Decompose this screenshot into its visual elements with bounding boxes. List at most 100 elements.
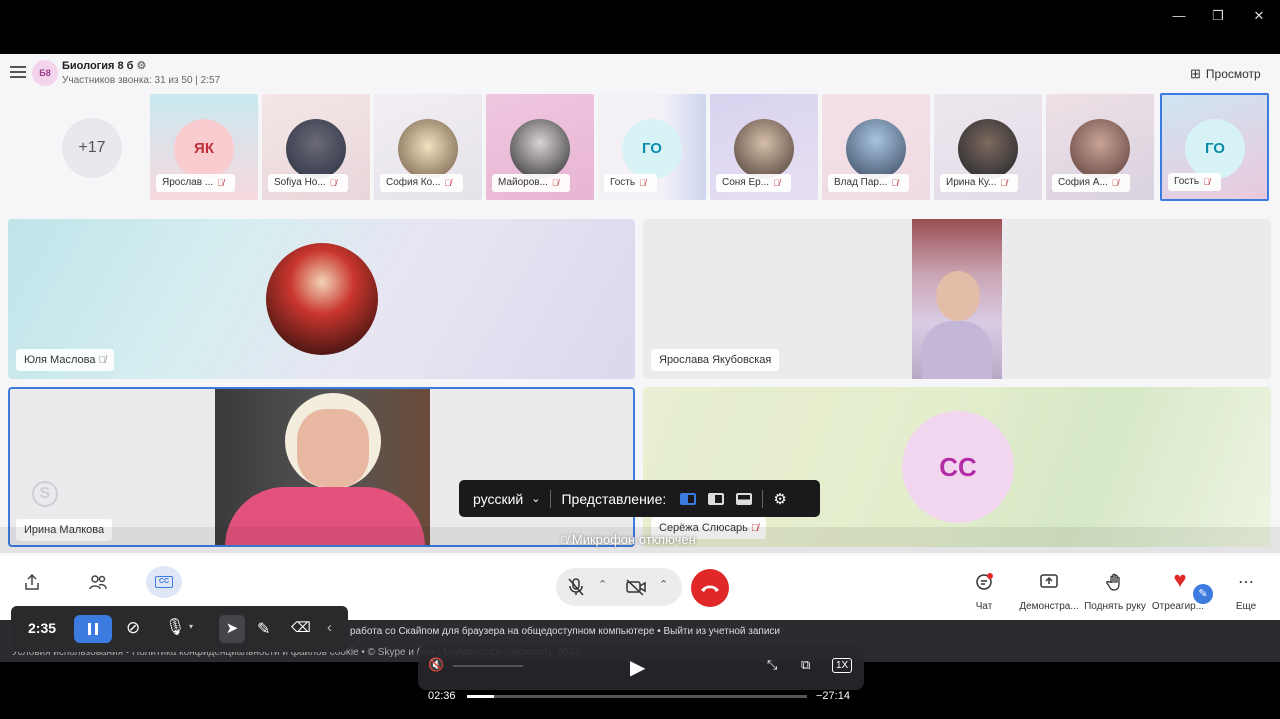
participant-name: Влад Пар... 🎙̸ [828,174,910,192]
raise-hand-icon[interactable] [1097,568,1133,596]
participant-name: Ярослава Якубовская [651,349,780,371]
playback-speed-button[interactable]: 1X [832,658,853,673]
participant-tile[interactable]: Юля Маслова 🎙̸ [8,219,635,379]
close-icon[interactable]: ✕ [1248,8,1270,24]
participants-icon[interactable] [80,568,116,596]
participant-name: Гость 🎙̸ [604,174,658,192]
participant-name: Юля Маслова 🎙̸ [16,349,115,371]
view-overlay-icon[interactable] [680,492,697,505]
participant-thumb[interactable]: ЯК Ярослав ... 🎙̸ [150,94,258,200]
settings-gear-icon[interactable]: ⚙ [773,490,786,508]
more-options-icon[interactable]: ⋯ [1228,568,1264,596]
collapse-chevron-icon[interactable]: ‹ [327,619,332,636]
microphone-icon[interactable]: 🎙 [165,617,185,637]
screen-share-icon[interactable] [1031,568,1067,596]
restore-icon[interactable]: ❐ [1207,8,1229,24]
participant-tile[interactable]: СС Серёжа Слюсарь 🎙̸ [643,387,1271,547]
chevron-up-icon[interactable]: ⌃ [659,578,668,591]
overflow-participants-button[interactable]: +17 [62,118,122,178]
language-select[interactable]: русский [473,491,523,507]
avatar [510,119,570,179]
participant-thumb[interactable]: ГО Гость 🎙̸ [1160,93,1269,201]
participant-name: Ярослав ... 🎙̸ [156,174,236,192]
avatar [958,119,1018,179]
avatar: ЯК [174,119,234,179]
captions-toolbar: русский ⌄ Представление: ⚙ [459,480,820,517]
minimize-icon[interactable]: — [1168,8,1190,24]
exit-fullscreen-icon[interactable]: ⤡ [767,657,777,673]
more-label: Еще [1235,601,1257,612]
mic-off-icon: 🎙̸ [329,178,337,188]
participant-thumb[interactable]: Влад Пар... 🎙̸ [822,94,930,200]
broom-icon[interactable]: ⌫ [291,619,311,636]
play-icon[interactable]: ▶ [630,655,645,680]
participant-thumb[interactable]: София Ко... 🎙̸ [374,94,482,200]
pause-button[interactable] [74,615,112,643]
mic-off-icon: 🎙̸ [551,178,559,188]
chat-label: Чат [975,601,993,612]
chevron-up-icon[interactable]: ⌃ [598,578,607,591]
avatar [846,119,906,179]
participant-name: София Ко... 🎙̸ [380,174,463,192]
avatar: ГО [1185,119,1245,179]
pointer-icon[interactable]: ➤ [219,615,245,643]
window-titlebar [0,0,1280,54]
remaining-time: −27:14 [816,690,850,702]
hamburger-menu-icon[interactable] [10,66,26,78]
participant-thumb[interactable]: София А... 🎙̸ [1046,94,1154,200]
mic-off-icon: 🎙̸ [773,178,780,188]
mute-icon[interactable]: 🔇 [428,657,444,673]
preview-button[interactable]: ⊞ Просмотр [1190,66,1261,82]
phone-hangup-icon [701,585,719,592]
seek-bar[interactable] [467,695,807,698]
camera-off-icon[interactable] [618,573,654,601]
view-label: Представление: [561,490,667,507]
hangup-button[interactable] [691,569,729,607]
mic-off-icon: 🎙̸ [217,178,224,188]
mic-off-icon: 🎙̸ [1111,178,1119,188]
group-avatar: Б8 [32,60,58,86]
captions-button[interactable]: CC [146,566,182,598]
gear-icon: ⚙ [136,60,147,72]
avatar: СС [902,411,1014,523]
react-label: Отреагир... [1151,601,1205,612]
chevron-down-icon[interactable]: ⌄ [531,492,540,505]
group-title[interactable]: Биология 8 б ⚙ [62,59,146,72]
skype-logo-icon: S [32,481,58,507]
share-out-icon[interactable] [14,568,50,596]
participant-name: Гость 🎙̸ [1168,173,1222,191]
avatar [398,119,458,179]
participant-name: Соня Ер... 🎙̸ [716,174,792,192]
participant-thumb[interactable]: Ирина Ку... 🎙̸ [934,94,1042,200]
participant-thumb[interactable]: Соня Ер... 🎙̸ [710,94,818,200]
footer-links[interactable]: работа со Скайпом для браузера на общедо… [350,626,780,637]
mic-off-icon: 🎙̸ [1203,177,1210,187]
picture-in-picture-icon[interactable]: ⧉ [801,657,810,673]
view-side-icon[interactable] [708,492,725,505]
participant-name: Майоров... 🎙̸ [492,174,570,192]
mic-off-icon: 🎙̸ [891,178,899,188]
pen-icon[interactable]: ✎ [257,619,270,639]
avatar [734,119,794,179]
participant-thumb[interactable]: Sofiya Ho... 🎙̸ [262,94,370,200]
volume-slider[interactable] [453,665,523,667]
share-label: Демонстра... [1019,601,1079,612]
participant-tile-active[interactable]: S Ирина Малкова [8,387,635,547]
raise-hand-label: Поднять руку [1084,601,1146,612]
video-feed [912,219,1002,379]
mic-muted-icon[interactable] [558,573,594,601]
view-bottom-icon[interactable] [736,492,753,505]
grid-icon: ⊞ [1190,66,1201,81]
camera-off-icon[interactable]: ⊘ [126,618,140,638]
participant-tile[interactable]: Ярослава Якубовская [643,219,1271,379]
participant-thumb[interactable]: ГО Гость 🎙̸ [598,94,706,200]
participant-name: София А... 🎙̸ [1052,174,1130,192]
chevron-down-icon[interactable]: ▾ [189,622,193,631]
participant-thumb[interactable]: Майоров... 🎙̸ [486,94,594,200]
avatar [266,243,378,355]
mic-off-icon: 🎙̸ [444,178,452,188]
mic-off-icon: 🎙̸ [1000,178,1008,188]
mic-off-icon: 🎙̸ [639,178,646,188]
participant-name: Sofiya Ho... 🎙̸ [268,174,348,192]
chat-icon[interactable] [966,568,1002,596]
